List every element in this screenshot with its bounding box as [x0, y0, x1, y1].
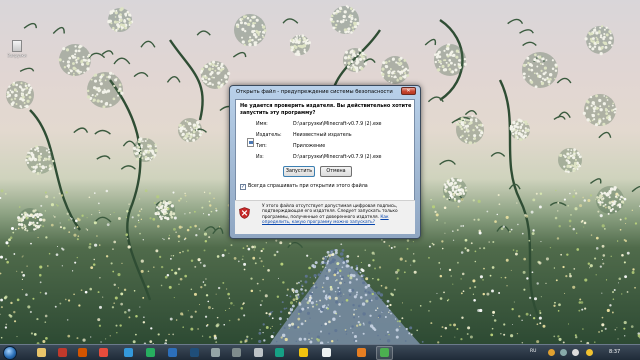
security-warning-dialog: Открыть файл - предупреждение системы бе…: [229, 85, 421, 239]
cancel-button[interactable]: Отмена: [320, 166, 352, 177]
media-player-icon[interactable]: [58, 348, 67, 357]
folder-icon: [12, 40, 22, 52]
close-button[interactable]: ✕: [401, 87, 416, 95]
notepad-icon[interactable]: [322, 348, 331, 357]
explorer-icon[interactable]: [37, 348, 46, 357]
mail-icon[interactable]: [124, 348, 133, 357]
name-label: Имя:: [256, 122, 268, 127]
always-ask-label[interactable]: Всегда спрашивать при открытии этого фай…: [248, 184, 368, 189]
paint-icon[interactable]: [357, 348, 366, 357]
footer-warning-text: У этого файла отсутствует допустимая циф…: [262, 204, 412, 225]
tray-network-icon[interactable]: [560, 349, 567, 356]
skype-icon[interactable]: [146, 348, 155, 357]
dialog-footer: У этого файла отсутствует допустимая циф…: [235, 200, 415, 234]
taskbar: RU 8:37: [0, 344, 640, 360]
calendar-icon[interactable]: [299, 348, 308, 357]
always-ask-checkbox[interactable]: ✓: [240, 184, 246, 190]
name-value: D:\загрузки\Minecraft-v0.7.9 (2).exe: [293, 122, 382, 127]
desktop: Загрузки Открыть файл - предупреждение с…: [0, 0, 640, 344]
chrome-active-icon[interactable]: [380, 348, 389, 357]
language-indicator[interactable]: RU: [530, 349, 536, 354]
application-icon: [247, 138, 254, 147]
network-icon[interactable]: [275, 348, 284, 357]
calculator-icon[interactable]: [211, 348, 220, 357]
warning-heading: Не удается проверить издателя. Вы действ…: [240, 103, 412, 116]
from-label: Из:: [256, 155, 264, 160]
tray-warning-icon[interactable]: [548, 349, 555, 356]
photoshop-icon[interactable]: [190, 348, 199, 357]
publisher-label: Издатель:: [256, 133, 282, 138]
from-value: D:\загрузки\Minecraft-v0.7.9 (2).exe: [293, 155, 382, 160]
settings-icon[interactable]: [254, 348, 263, 357]
tray-flag-icon[interactable]: [586, 349, 593, 356]
publisher-value: Неизвестный издатель: [293, 133, 352, 138]
shield-warning-icon: [239, 207, 250, 219]
dialog-title: Открыть файл - предупреждение системы бе…: [236, 89, 393, 95]
control-panel-icon[interactable]: [232, 348, 241, 357]
footer-warning-message: У этого файла отсутствует допустимая циф…: [262, 204, 398, 220]
desktop-icon-label: Загрузки: [7, 53, 27, 58]
clock[interactable]: 8:37: [609, 349, 620, 355]
word-icon[interactable]: [168, 348, 177, 357]
type-label: Тип:: [256, 144, 267, 149]
start-button[interactable]: [3, 346, 17, 360]
chrome-icon[interactable]: [78, 348, 87, 357]
dialog-titlebar[interactable]: Открыть файл - предупреждение системы бе…: [230, 86, 420, 99]
tray-volume-icon[interactable]: [572, 349, 579, 356]
run-button[interactable]: Запустить: [283, 166, 315, 177]
type-value: Приложение: [293, 144, 326, 149]
desktop-icon-downloads[interactable]: Загрузки: [6, 40, 28, 58]
yandex-icon[interactable]: [99, 348, 108, 357]
